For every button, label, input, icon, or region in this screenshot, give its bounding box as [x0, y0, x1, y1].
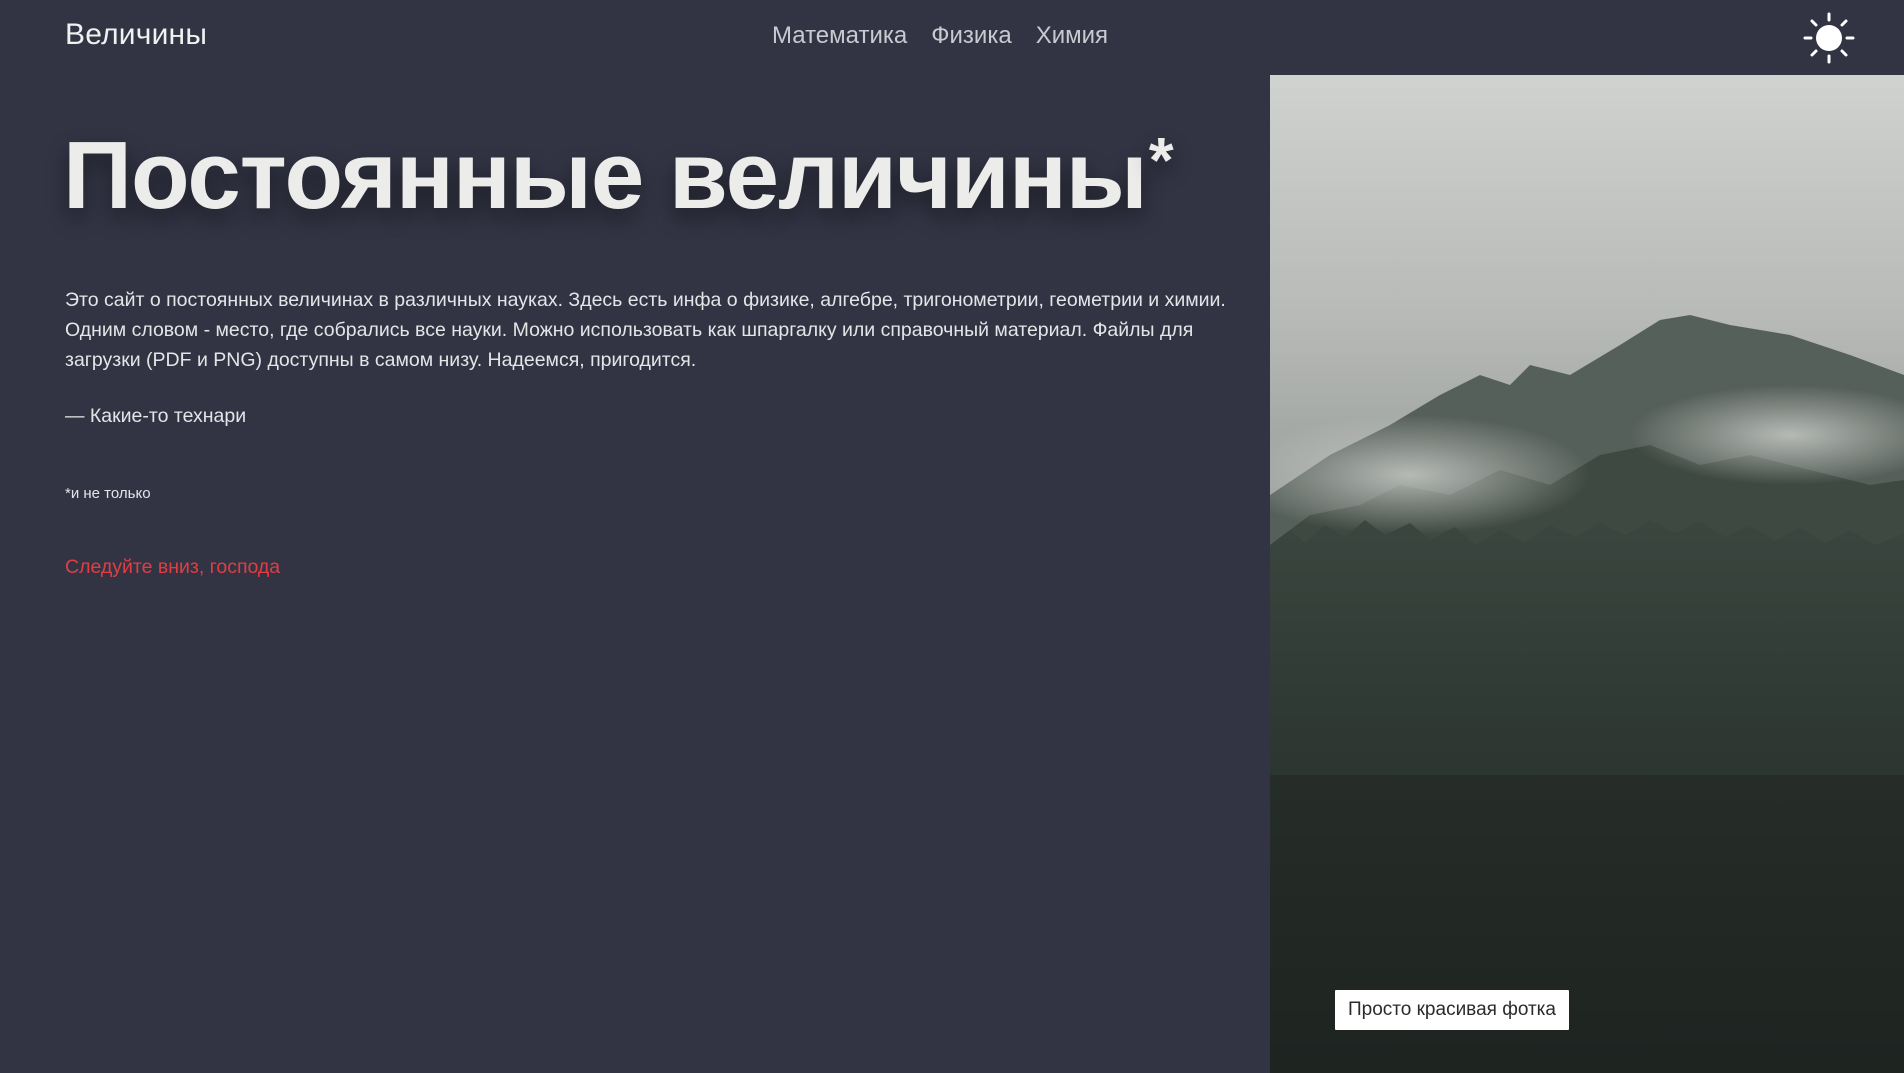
- site-title-link[interactable]: Величины: [65, 18, 207, 52]
- footnote: *и не только: [65, 485, 151, 502]
- hero-photo: [1270, 75, 1904, 1073]
- page-title: Постоянные величины*: [63, 118, 1174, 233]
- intro-text: Это сайт о постоянных величинах в различ…: [65, 289, 1226, 371]
- page-title-text: Постоянные величины: [63, 122, 1148, 229]
- page: Величины Математика Физика Химия Постоян…: [0, 0, 1904, 1073]
- photo-caption: Просто красивая фотка: [1335, 990, 1569, 1030]
- nav-item-chemistry[interactable]: Химия: [1036, 22, 1108, 50]
- title-asterisk: *: [1148, 124, 1174, 196]
- misty-mountain-image: [1270, 75, 1904, 1073]
- main-nav: Математика Физика Химия: [772, 22, 1108, 50]
- signature: — Какие-то технари: [65, 405, 247, 427]
- scroll-down-link[interactable]: Следуйте вниз, господа: [65, 556, 280, 579]
- sun-icon: [1803, 12, 1855, 64]
- theme-toggle-button[interactable]: [1803, 12, 1855, 64]
- nav-item-physics[interactable]: Физика: [931, 22, 1011, 50]
- nav-item-math[interactable]: Математика: [772, 22, 907, 50]
